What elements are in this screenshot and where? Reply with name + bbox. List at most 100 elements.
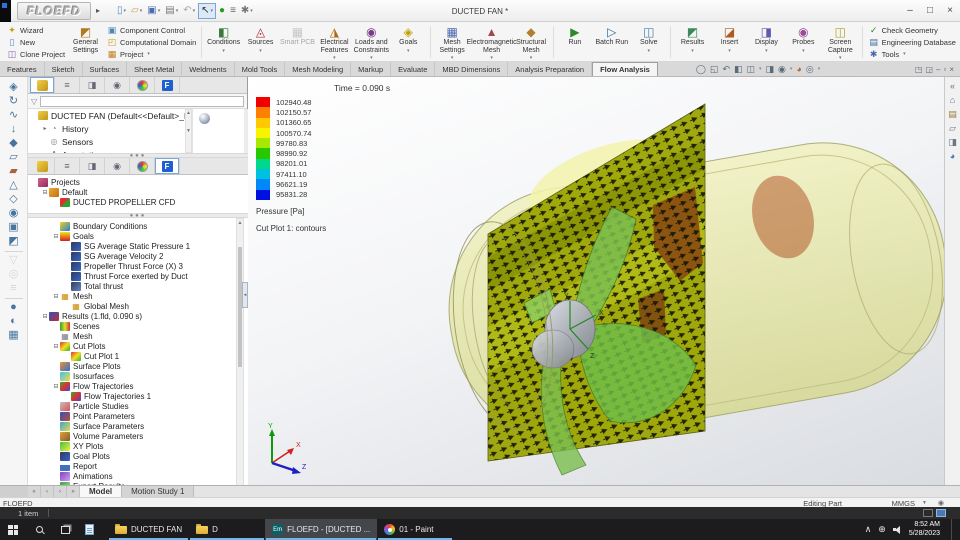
dropdown-arrow-icon[interactable]: ▾ xyxy=(259,48,262,56)
appearances-button[interactable]: ◕ xyxy=(950,150,955,164)
dropdown-arrow-icon[interactable]: ▾ xyxy=(802,48,805,56)
qat-open-button[interactable]: ▱▾ xyxy=(129,3,144,19)
conditions-button[interactable]: ◧Conditions▾ xyxy=(205,24,242,60)
dropdown-arrow-icon[interactable]: ▾ xyxy=(765,48,768,56)
tree-item-isosurfaces[interactable]: Isosurfaces xyxy=(28,371,236,381)
tree-item-results-1-fld-0-090-s[interactable]: ⊟Results (1.fld, 0.090 s) xyxy=(28,311,236,321)
task-view-button[interactable] xyxy=(52,519,78,540)
tree-item-mesh[interactable]: ⊟▦Mesh xyxy=(28,291,236,301)
dropdown-arrow-icon[interactable]: ▾ xyxy=(193,8,196,14)
rotating-region-button[interactable]: ↻ xyxy=(9,95,18,109)
doc-pane-left-icon[interactable]: ◳ xyxy=(915,65,923,74)
radiative-surface-button[interactable]: ▽ xyxy=(9,254,17,268)
tree-item-total-thrust[interactable]: Total thrust xyxy=(28,281,236,291)
tree-item-surface-plots[interactable]: Surface Plots xyxy=(28,361,236,371)
taskbar-app-d[interactable]: D xyxy=(189,519,265,540)
new-button[interactable]: ▯New xyxy=(6,36,65,48)
tab-analysis-preparation[interactable]: Analysis Preparation xyxy=(508,62,592,76)
tree-item-sg-average-static-pressure-1[interactable]: SG Average Static Pressure 1 xyxy=(28,241,236,251)
tab-nav-prev[interactable]: ‹ xyxy=(41,486,54,497)
qat-save-button[interactable]: ▣▾ xyxy=(145,3,162,19)
dropdown-arrow-icon[interactable]: ▾ xyxy=(140,8,143,14)
model-tab-model[interactable]: Model xyxy=(80,486,122,497)
view-settings-button[interactable]: ◎ xyxy=(806,64,814,75)
qat-rebuild-button[interactable]: ● xyxy=(217,3,227,19)
maximize-button[interactable]: □ xyxy=(920,2,940,20)
tools-button[interactable]: ✱Tools▾ xyxy=(868,48,956,60)
edit-appearance-button[interactable]: ◕ xyxy=(796,64,801,74)
initial-condition-button[interactable]: ◇ xyxy=(9,193,17,207)
flow-trajectory-tool-button[interactable]: ∿ xyxy=(9,109,18,123)
tab-evaluate[interactable]: Evaluate xyxy=(391,62,435,76)
display-button[interactable]: ◨Display▾ xyxy=(748,24,785,60)
tab-mbd-dimensions[interactable]: MBD Dimensions xyxy=(435,62,508,76)
speaker-icon[interactable] xyxy=(893,526,902,534)
feature-tree-scrollbar[interactable]: ▲▼ xyxy=(185,109,192,153)
panel-tab-feature-manager[interactable] xyxy=(30,158,55,174)
tab-features[interactable]: Features xyxy=(0,62,45,76)
network-icon[interactable]: ⊕ xyxy=(878,524,886,535)
graphics-viewport[interactable]: YXZ Time = 0.090 s 102940.48102150.57101… xyxy=(248,77,944,485)
qat-select-button[interactable]: ↖▾ xyxy=(198,3,216,19)
loads-and-constraints-button[interactable]: ◉Loads and Constraints▾ xyxy=(353,24,390,60)
panel-tab-dimxpert-manager[interactable]: ◉ xyxy=(105,77,130,93)
previous-view-button[interactable]: ↶ xyxy=(722,64,730,75)
structural-mesh-button[interactable]: ◆Structural Mesh▾ xyxy=(513,24,550,60)
contact-resistance-button[interactable]: ≡ xyxy=(10,282,16,296)
solve-button[interactable]: ◫Solve▾ xyxy=(630,24,667,60)
doc-restore-icon[interactable]: ▫ xyxy=(943,65,946,74)
collapse-icon[interactable]: ⊟ xyxy=(41,189,49,196)
tree-filter-input[interactable] xyxy=(40,96,244,107)
tab-mold-tools[interactable]: Mold Tools xyxy=(235,62,286,76)
appearance-sphere-icon[interactable] xyxy=(199,113,210,124)
tree-item-volume-parameters[interactable]: Volume Parameters xyxy=(28,431,236,441)
electromagnetic-mesh-button[interactable]: ▲Electromagnetic Mesh▾ xyxy=(471,24,513,60)
tree-item-report[interactable]: Report xyxy=(28,461,236,471)
zoom-to-fit-button[interactable]: ◯ xyxy=(696,64,706,75)
collapse-icon[interactable]: ⊟ xyxy=(52,233,60,240)
panel-tab-floefd-manager[interactable]: F xyxy=(155,158,180,174)
tree-item-goals[interactable]: ⊟Goals xyxy=(28,231,236,241)
tab-nav-next[interactable]: › xyxy=(54,486,67,497)
model-tab-motion-study-1[interactable]: Motion Study 1 xyxy=(122,486,194,497)
boundary-condition-tool-button[interactable]: ◆ xyxy=(9,137,17,151)
panel-tab-property-manager[interactable]: ≡ xyxy=(55,77,80,93)
fan-tool-button[interactable]: ▱ xyxy=(9,151,17,165)
panel-tab-feature-manager[interactable] xyxy=(30,77,55,93)
sources-button[interactable]: ◬Sources▾ xyxy=(242,24,279,60)
batch-run-button[interactable]: ▷Batch Run xyxy=(593,24,630,60)
transferred-boundary-button[interactable]: ◎ xyxy=(9,268,19,282)
check-geometry-button[interactable]: ✓Check Geometry xyxy=(868,24,956,36)
tray-chevron-icon[interactable]: ∧ xyxy=(865,524,872,535)
dropdown-arrow-icon[interactable]: ▾ xyxy=(728,48,731,56)
tree-item-cut-plots[interactable]: ⊟Cut Plots xyxy=(28,341,236,351)
collapse-icon[interactable]: ⊟ xyxy=(52,293,60,300)
tab-nav-first[interactable]: « xyxy=(28,486,41,497)
panel-tab-display-manager[interactable] xyxy=(130,77,155,93)
tree-item-point-parameters[interactable]: Point Parameters xyxy=(28,411,236,421)
tree-item-cut-plot-1[interactable]: Cut Plot 1 xyxy=(28,351,236,361)
dropdown-arrow-icon[interactable]: ▾ xyxy=(124,8,127,14)
qat-options-button[interactable]: ✱▾ xyxy=(239,3,255,19)
wizard-button[interactable]: ✦Wizard xyxy=(6,24,65,36)
panel-tab-display-manager[interactable] xyxy=(130,158,155,174)
panel-tab-dimxpert-manager[interactable]: ◉ xyxy=(105,158,130,174)
collapse-icon[interactable]: ⊟ xyxy=(52,343,60,350)
screen-capture-button[interactable]: ◫Screen Capture▾ xyxy=(822,24,859,60)
tree-item-projects[interactable]: Projects xyxy=(28,177,248,187)
qat-print-button[interactable]: ▤▾ xyxy=(163,3,180,19)
tree-item-default[interactable]: ⊟Default xyxy=(28,187,248,197)
qat-new-button[interactable]: ▯▾ xyxy=(115,3,128,19)
general-settings-button[interactable]: ◩General Settings xyxy=(67,24,104,60)
tree-item-ducted-fan-default-default-display-state-1[interactable]: DUCTED FAN (Default<<Default>_Display St… xyxy=(28,109,185,122)
tab-markup[interactable]: Markup xyxy=(351,62,391,76)
create-lids-button[interactable]: ◈ xyxy=(9,81,17,95)
collapse-icon[interactable]: ⊟ xyxy=(52,383,60,390)
panel-tab-configuration-manager[interactable]: ◨ xyxy=(80,158,105,174)
qat-undo-button[interactable]: ↶▾ xyxy=(181,3,197,19)
qat-file-properties-button[interactable]: ≡ xyxy=(228,3,238,19)
insert-button[interactable]: ◪Insert▾ xyxy=(711,24,748,60)
tree-item-sg-average-velocity-2[interactable]: SG Average Velocity 2 xyxy=(28,251,236,261)
collapse-pane-button[interactable]: « xyxy=(950,80,955,94)
tree-item-global-mesh[interactable]: ▦Global Mesh xyxy=(28,301,236,311)
